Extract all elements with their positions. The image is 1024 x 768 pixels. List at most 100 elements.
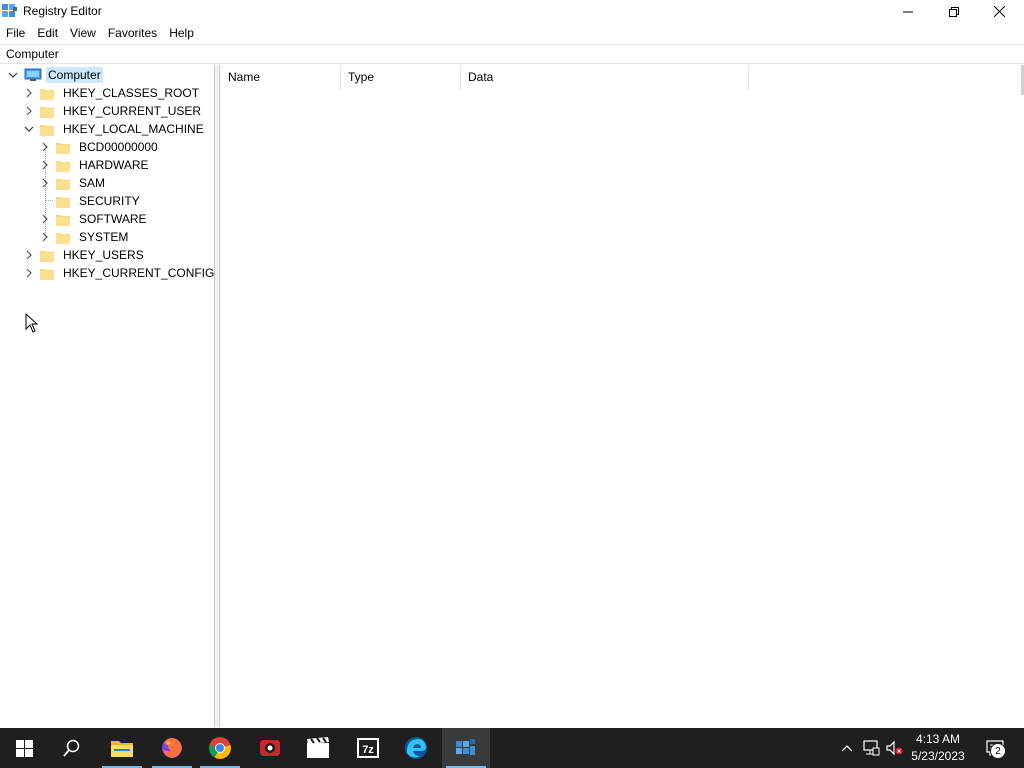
menu-bar: File Edit View Favorites Help bbox=[0, 23, 1024, 43]
folder-icon bbox=[40, 106, 54, 118]
expand-icon[interactable] bbox=[39, 177, 51, 189]
search-icon bbox=[63, 739, 80, 757]
7zip-icon: 7z bbox=[357, 738, 379, 758]
close-button[interactable] bbox=[976, 0, 1022, 23]
expand-icon[interactable] bbox=[39, 159, 51, 171]
column-header-name[interactable]: Name bbox=[221, 65, 341, 90]
start-button[interactable] bbox=[0, 728, 48, 768]
tree-item-security[interactable]: SECURITY bbox=[39, 192, 142, 210]
tree-item-hkey-classes-root[interactable]: HKEY_CLASSES_ROOT bbox=[23, 84, 201, 102]
edge-icon bbox=[405, 737, 427, 759]
registry-editor-icon bbox=[456, 739, 475, 755]
screen-recorder-icon bbox=[260, 740, 280, 756]
expand-icon[interactable] bbox=[23, 249, 35, 261]
tree-item-software[interactable]: SOFTWARE bbox=[39, 210, 149, 228]
volume-tray-button[interactable] bbox=[884, 728, 906, 768]
tree-item-label: SECURITY bbox=[79, 194, 140, 208]
tree-item-label: HKEY_CLASSES_ROOT bbox=[63, 86, 200, 100]
svg-text:7z: 7z bbox=[362, 744, 374, 756]
chrome-icon bbox=[209, 737, 231, 759]
show-hidden-icons-button[interactable] bbox=[836, 728, 858, 768]
taskbar-video-editor[interactable] bbox=[294, 728, 342, 768]
taskbar-registry-editor[interactable] bbox=[442, 728, 490, 768]
folder-icon bbox=[56, 160, 70, 172]
tree-item-label: HKEY_CURRENT_CONFIG bbox=[63, 266, 215, 280]
taskbar-file-explorer[interactable] bbox=[98, 728, 146, 768]
menu-favorites[interactable]: Favorites bbox=[102, 23, 163, 43]
clock-date: 5/23/2023 bbox=[911, 749, 965, 763]
expand-icon[interactable] bbox=[23, 87, 35, 99]
folder-icon bbox=[56, 142, 70, 154]
folder-icon bbox=[40, 88, 54, 100]
tree-item-bcd[interactable]: BCD00000000 bbox=[39, 138, 160, 156]
folder-open-icon bbox=[40, 124, 54, 136]
tree-item-system[interactable]: SYSTEM bbox=[39, 228, 130, 246]
taskbar-7zip[interactable]: 7z bbox=[344, 728, 392, 768]
tree-item-label: HKEY_LOCAL_MACHINE bbox=[63, 122, 204, 136]
tree-item-computer[interactable]: Computer bbox=[7, 66, 103, 84]
file-explorer-icon bbox=[111, 741, 133, 757]
tree-item-label: HARDWARE bbox=[79, 158, 149, 172]
list-header: Name Type Data bbox=[221, 65, 1024, 90]
minimize-icon bbox=[903, 11, 913, 12]
tree-item-hkey-current-user[interactable]: HKEY_CURRENT_USER bbox=[23, 102, 203, 120]
notification-count-badge: 2 bbox=[990, 743, 1006, 759]
taskbar-edge[interactable] bbox=[392, 728, 440, 768]
tree-item-hkey-users[interactable]: HKEY_USERS bbox=[23, 246, 146, 264]
column-header-data[interactable]: Data bbox=[461, 65, 749, 90]
menu-file[interactable]: File bbox=[0, 23, 31, 43]
tree-item-sam[interactable]: SAM bbox=[39, 174, 107, 192]
tree-item-label: HKEY_USERS bbox=[63, 248, 144, 262]
taskbar-screen-recorder[interactable] bbox=[246, 728, 294, 768]
clock-time: 4:13 AM bbox=[915, 732, 961, 746]
taskbar: 7z 4:13 AM 5/23/2023 2 bbox=[0, 728, 1024, 768]
folder-icon bbox=[56, 214, 70, 226]
menu-help[interactable]: Help bbox=[163, 23, 200, 43]
collapse-icon[interactable] bbox=[7, 69, 19, 81]
folder-icon bbox=[56, 196, 70, 208]
tree-item-hkey-local-machine[interactable]: HKEY_LOCAL_MACHINE bbox=[23, 120, 206, 138]
minimize-button[interactable] bbox=[885, 0, 931, 23]
taskbar-clock[interactable]: 4:13 AM 5/23/2023 bbox=[905, 731, 971, 765]
close-icon bbox=[993, 6, 1005, 17]
volume-muted-icon bbox=[886, 740, 903, 756]
key-tree[interactable]: Computer HKEY_CLASSES_ROOT HKEY_CURRENT_… bbox=[1, 65, 215, 727]
chevron-up-icon bbox=[841, 745, 853, 752]
tree-item-label: Computer bbox=[46, 67, 103, 83]
tree-item-hkey-current-config[interactable]: HKEY_CURRENT_CONFIG bbox=[23, 264, 216, 282]
address-path[interactable]: Computer bbox=[6, 47, 59, 61]
taskbar-firefox[interactable] bbox=[148, 728, 196, 768]
expand-icon[interactable] bbox=[39, 213, 51, 225]
folder-icon bbox=[40, 250, 54, 262]
tree-item-label: HKEY_CURRENT_USER bbox=[63, 104, 202, 118]
computer-icon bbox=[24, 68, 42, 81]
tree-item-label: SAM bbox=[79, 176, 106, 190]
restore-button[interactable] bbox=[931, 0, 977, 23]
address-bar[interactable]: Computer bbox=[0, 44, 1024, 64]
expand-icon[interactable] bbox=[39, 141, 51, 153]
network-icon bbox=[863, 740, 880, 756]
values-list[interactable]: Name Type Data bbox=[221, 65, 1024, 727]
network-tray-button[interactable] bbox=[860, 728, 882, 768]
expand-icon[interactable] bbox=[23, 105, 35, 117]
expand-icon[interactable] bbox=[23, 267, 35, 279]
title-bar[interactable]: Registry Editor bbox=[0, 0, 1024, 23]
tree-item-label: SOFTWARE bbox=[79, 212, 147, 226]
video-editor-icon bbox=[307, 737, 329, 758]
search-button[interactable] bbox=[48, 728, 96, 768]
tree-item-hardware[interactable]: HARDWARE bbox=[39, 156, 151, 174]
registry-editor-icon bbox=[2, 4, 17, 17]
mouse-cursor-icon bbox=[25, 313, 39, 333]
no-expander bbox=[39, 195, 51, 207]
column-header-type[interactable]: Type bbox=[341, 65, 461, 90]
expand-icon[interactable] bbox=[39, 231, 51, 243]
collapse-icon[interactable] bbox=[23, 123, 35, 135]
menu-view[interactable]: View bbox=[64, 23, 102, 43]
menu-edit[interactable]: Edit bbox=[31, 23, 64, 43]
taskbar-chrome[interactable] bbox=[196, 728, 244, 768]
firefox-icon bbox=[162, 738, 182, 758]
restore-icon bbox=[949, 6, 959, 17]
pane-splitter[interactable] bbox=[215, 65, 220, 727]
tree-item-label: SYSTEM bbox=[79, 230, 129, 244]
folder-icon bbox=[56, 232, 70, 244]
